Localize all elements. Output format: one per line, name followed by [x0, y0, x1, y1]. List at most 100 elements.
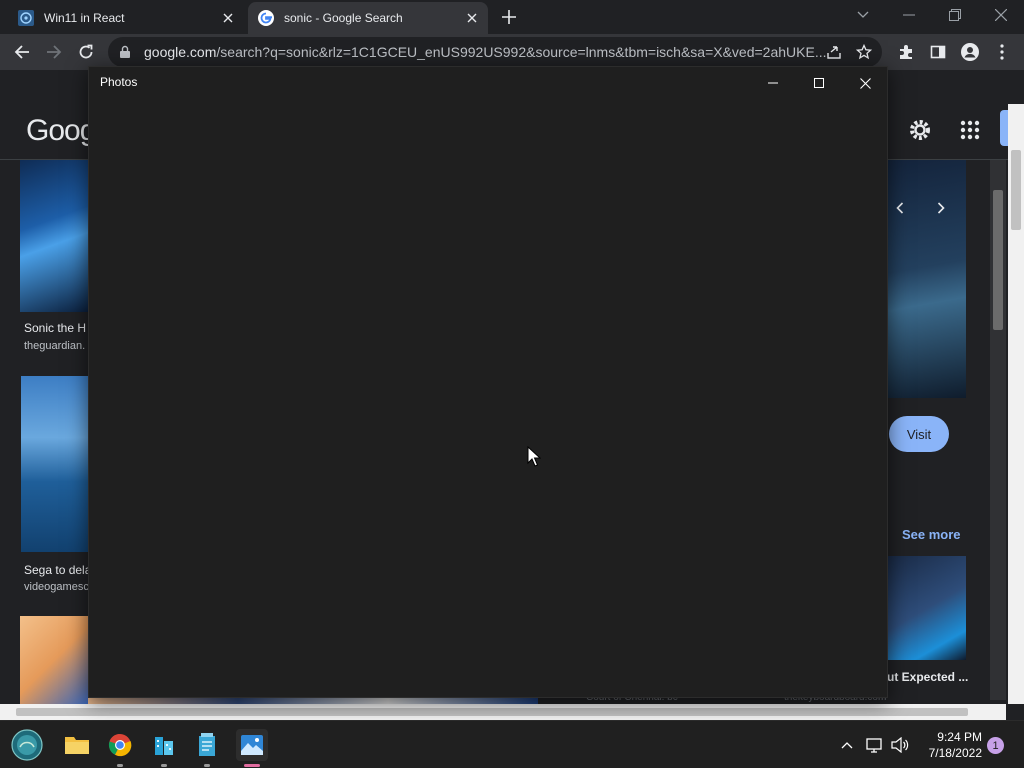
close-tab-icon[interactable] — [462, 8, 482, 28]
google-apps-icon[interactable] — [956, 116, 984, 144]
new-tab-button[interactable] — [498, 6, 520, 28]
desktop: Win11 in React sonic - Google Search goo… — [0, 0, 1024, 768]
window-title: Photos — [100, 75, 138, 89]
taskbar-chrome[interactable] — [104, 729, 136, 767]
chevron-right-icon — [937, 202, 945, 214]
close-button[interactable] — [842, 69, 888, 97]
scrollbar-thumb[interactable] — [993, 190, 1003, 330]
google-logo[interactable]: Goog — [26, 114, 96, 148]
close-tab-icon[interactable] — [218, 8, 238, 28]
scrollbar-thumb[interactable] — [1011, 150, 1021, 230]
mouse-pointer-icon — [527, 446, 541, 467]
share-icon[interactable] — [826, 44, 842, 60]
reload-icon — [79, 44, 93, 59]
file-explorer-icon — [65, 737, 89, 754]
minimize-icon — [903, 14, 915, 16]
minimize-browser-button[interactable] — [886, 0, 932, 30]
profile-avatar-icon — [961, 43, 979, 61]
close-icon — [995, 9, 1007, 21]
result-source: videogamesc — [24, 581, 89, 593]
browser-tab-strip: Win11 in React sonic - Google Search — [0, 0, 1024, 34]
result-title[interactable]: Sonic the H — [24, 321, 86, 335]
arrow-left-icon — [14, 45, 29, 59]
result-title[interactable]: Sega to dela — [24, 563, 91, 577]
arrow-right-icon — [47, 45, 62, 59]
preview-scrollbar[interactable] — [990, 160, 1006, 700]
forward-button[interactable] — [40, 38, 68, 66]
tab-title: sonic - Google Search — [284, 11, 403, 25]
maximize-button[interactable] — [796, 69, 842, 97]
settings-gear-icon[interactable] — [906, 116, 934, 144]
bookmark-star-icon[interactable] — [856, 44, 872, 60]
tab-search-button[interactable] — [840, 0, 886, 30]
speaker-icon — [891, 737, 909, 753]
taskbar: 9:24 PM 7/18/2022 1 — [0, 720, 1024, 768]
network-monitor-icon — [866, 738, 882, 753]
chrome-icon — [108, 733, 132, 757]
running-indicator — [161, 764, 167, 767]
taskbar-photos[interactable] — [236, 729, 268, 767]
result-image-sonic-cartoon[interactable] — [20, 616, 88, 704]
preview-prev-button[interactable] — [890, 196, 910, 220]
photos-app-window[interactable]: Photos — [88, 66, 888, 698]
start-button[interactable] — [10, 728, 44, 762]
chrome-menu-button[interactable] — [988, 38, 1016, 66]
tab-title: Win11 in React — [44, 11, 125, 25]
see-more-link[interactable]: See more — [902, 527, 961, 542]
clock-date: 7/18/2022 — [928, 746, 982, 760]
system-clock[interactable]: 9:24 PM 7/18/2022 — [912, 729, 982, 761]
taskbar-buildings-app[interactable] — [148, 729, 180, 767]
back-button[interactable] — [8, 38, 36, 66]
chevron-up-icon — [841, 742, 853, 749]
side-panel-icon — [930, 45, 946, 59]
url-path: /search?q=sonic&rlz=1C1GCEU_enUS992US992… — [216, 44, 826, 60]
start-icon — [11, 729, 43, 761]
taskbar-file-explorer[interactable] — [61, 729, 93, 761]
reload-button[interactable] — [72, 38, 100, 66]
puzzle-icon — [900, 45, 912, 59]
chevron-down-icon — [857, 11, 869, 18]
clock-time: 9:24 PM — [937, 730, 982, 744]
volume-control[interactable] — [890, 735, 910, 755]
lock-icon — [120, 45, 130, 58]
scrollbar-thumb[interactable] — [16, 708, 968, 716]
react-app-favicon-icon — [18, 10, 34, 26]
active-indicator — [244, 764, 260, 767]
running-indicator — [204, 764, 210, 767]
result-source: theguardian. — [24, 340, 86, 352]
taskbar-notepad[interactable] — [191, 729, 223, 767]
address-bar[interactable]: google.com/search?q=sonic&rlz=1C1GCEU_en… — [108, 37, 882, 67]
related-image[interactable] — [888, 556, 966, 660]
tab-win11-in-react[interactable]: Win11 in React — [8, 2, 244, 34]
browser-toolbar: google.com/search?q=sonic&rlz=1C1GCEU_en… — [0, 34, 1024, 70]
plus-icon — [502, 10, 516, 24]
notification-badge[interactable]: 1 — [987, 737, 1004, 754]
visit-button[interactable]: Visit — [889, 416, 949, 452]
photos-icon — [241, 735, 263, 755]
url-host: google.com — [144, 44, 217, 60]
page-horizontal-scrollbar[interactable] — [0, 704, 1006, 720]
url-text: google.com/search?q=sonic&rlz=1C1GCEU_en… — [144, 44, 826, 60]
chevron-left-icon — [896, 202, 904, 214]
related-title[interactable]: ut Expected ... — [887, 670, 968, 684]
profile-button[interactable] — [956, 38, 984, 66]
profile-accent-tab — [1000, 110, 1008, 146]
restore-browser-button[interactable] — [932, 0, 978, 30]
close-icon — [859, 77, 871, 89]
side-panel-button[interactable] — [924, 38, 952, 66]
more-vertical-icon — [1000, 44, 1004, 60]
extensions-button[interactable] — [892, 38, 920, 66]
result-image-sega-ocean[interactable] — [21, 376, 88, 552]
google-favicon-icon — [258, 10, 274, 26]
network-status[interactable] — [865, 735, 885, 755]
restore-icon — [949, 9, 961, 21]
minimize-icon — [768, 82, 778, 84]
preview-next-button[interactable] — [931, 196, 951, 220]
close-browser-button[interactable] — [978, 0, 1024, 30]
show-hidden-icons-button[interactable] — [837, 735, 857, 755]
result-image-sonic-movie[interactable] — [20, 160, 88, 312]
buildings-icon — [155, 737, 173, 755]
tab-sonic-google-search[interactable]: sonic - Google Search — [248, 2, 488, 34]
page-vertical-scrollbar[interactable] — [1008, 104, 1024, 704]
minimize-button[interactable] — [750, 69, 796, 97]
